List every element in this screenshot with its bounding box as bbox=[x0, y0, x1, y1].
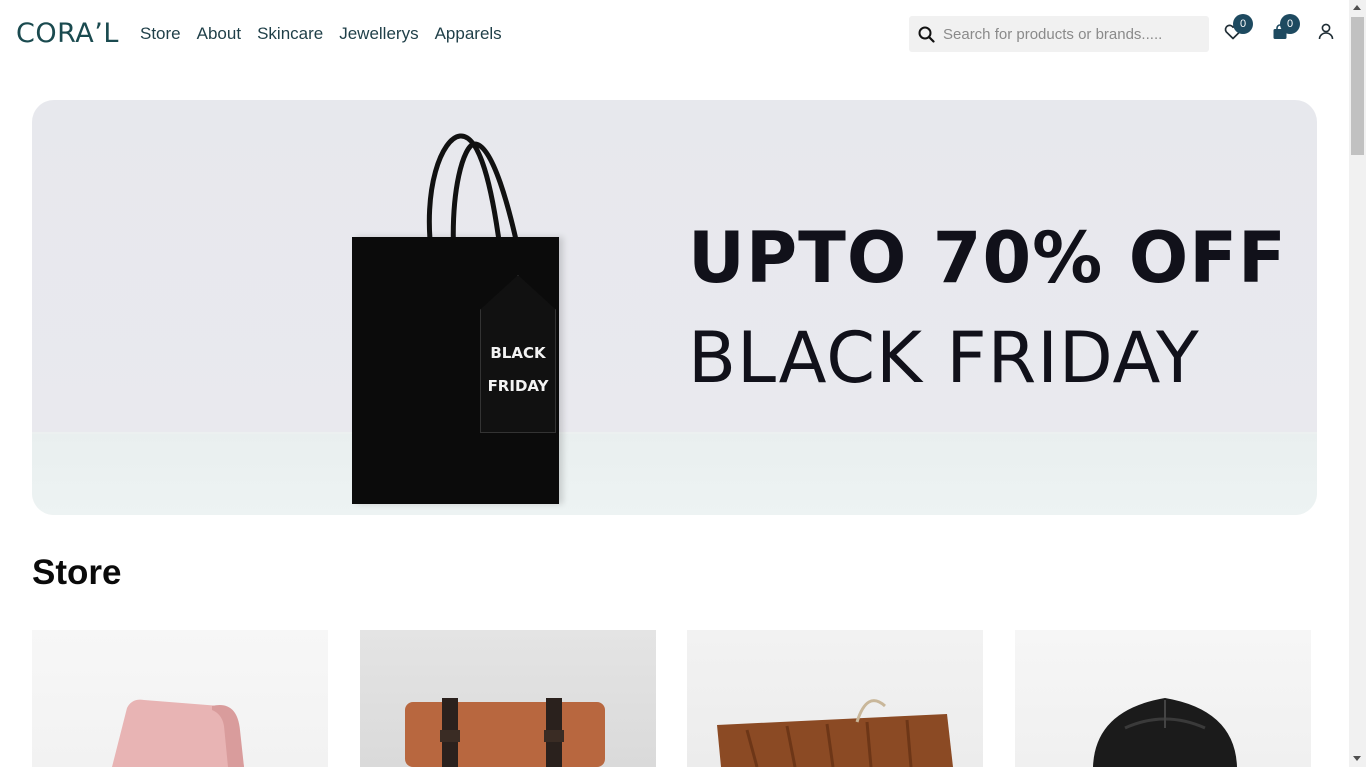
black-backpack-image bbox=[1093, 698, 1237, 767]
store-section-title: Store bbox=[32, 553, 122, 592]
search-bar bbox=[909, 16, 1209, 52]
product-card[interactable] bbox=[360, 630, 656, 767]
tag-line-2: FRIDAY bbox=[487, 377, 549, 395]
nav-apparels[interactable]: Apparels bbox=[435, 24, 502, 44]
pink-bag-image bbox=[112, 699, 244, 767]
nav-jewellerys[interactable]: Jewellerys bbox=[339, 24, 418, 44]
hero-headline-discount: UPTO 70% OFF bbox=[688, 217, 1287, 299]
search-icon[interactable] bbox=[909, 26, 943, 43]
scroll-up-icon[interactable] bbox=[1353, 5, 1361, 10]
main-nav: Store About Skincare Jewellerys Apparels bbox=[140, 24, 502, 44]
nav-skincare[interactable]: Skincare bbox=[257, 24, 323, 44]
hero-floor bbox=[32, 434, 1317, 515]
user-icon bbox=[1318, 23, 1334, 45]
scrollbar-thumb[interactable] bbox=[1351, 17, 1364, 155]
account-button[interactable] bbox=[1316, 23, 1336, 45]
brand-logo[interactable]: CORA’L bbox=[16, 19, 119, 49]
hero-banner[interactable]: BLACK FRIDAY UPTO 70% OFF BLACK FRIDAY bbox=[32, 100, 1317, 515]
product-card[interactable] bbox=[32, 630, 328, 767]
wishlist-button[interactable]: 0 bbox=[1223, 14, 1253, 44]
tag-line-1: BLACK bbox=[490, 344, 546, 362]
bag-tag-text: BLACK FRIDAY bbox=[480, 337, 556, 403]
top-navbar: CORA’L Store About Skincare Jewellerys A… bbox=[0, 0, 1349, 68]
cart-count-badge: 0 bbox=[1280, 14, 1300, 34]
wishlist-count-badge: 0 bbox=[1233, 14, 1253, 34]
cart-button[interactable]: 0 bbox=[1270, 14, 1300, 44]
scroll-down-icon[interactable] bbox=[1353, 756, 1361, 761]
product-card[interactable] bbox=[1015, 630, 1311, 767]
search-input[interactable] bbox=[943, 25, 1203, 43]
page-scrollbar[interactable] bbox=[1349, 0, 1366, 767]
tan-leather-bag-image bbox=[405, 698, 605, 767]
brown-woven-bag-image bbox=[717, 699, 953, 767]
nav-store[interactable]: Store bbox=[140, 24, 181, 44]
hero-headline-event: BLACK FRIDAY bbox=[688, 317, 1200, 399]
nav-about[interactable]: About bbox=[197, 24, 241, 44]
product-card[interactable] bbox=[687, 630, 983, 767]
